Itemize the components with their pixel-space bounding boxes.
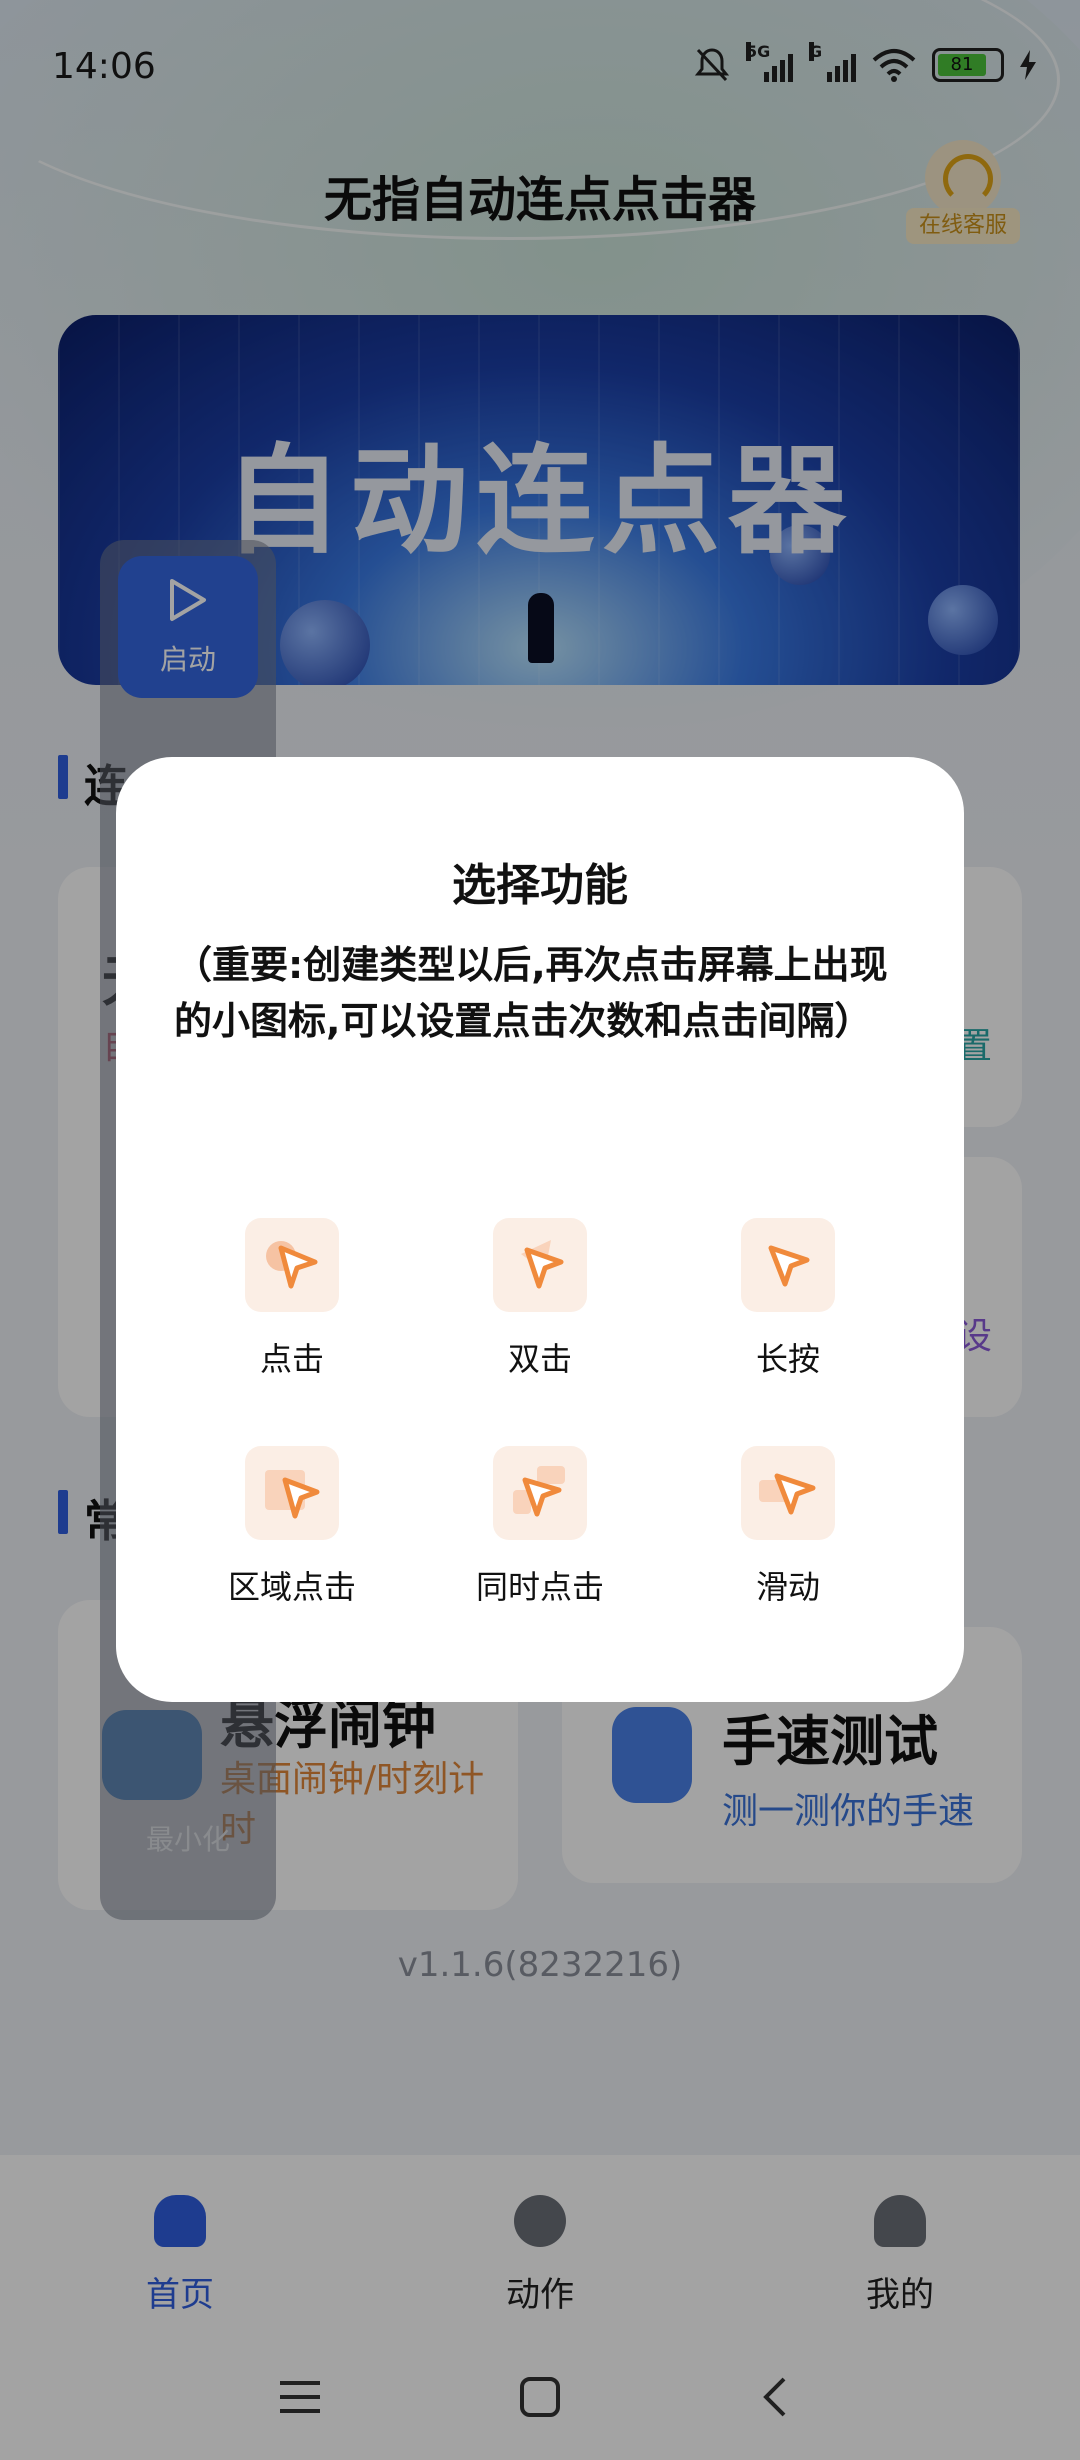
option-label: 同时点击 — [475, 1568, 604, 1606]
option-multi-tap[interactable]: 同时点击 — [430, 1446, 650, 1608]
area-tap-icon — [245, 1446, 339, 1540]
long-press-icon — [741, 1218, 835, 1312]
option-double-tap[interactable]: 双击 — [430, 1218, 650, 1380]
app-screen: 14:06 5G G 81 无指自动连点点击器 在线客服 自动连点器 置 设 悬… — [0, 0, 1080, 2460]
option-tap[interactable]: 点击 — [182, 1218, 402, 1380]
option-label: 滑动 — [755, 1568, 820, 1606]
option-area-tap[interactable]: 区域点击 — [182, 1446, 402, 1608]
tap-icon — [245, 1218, 339, 1312]
multi-tap-icon — [493, 1446, 587, 1540]
double-tap-icon — [493, 1218, 587, 1312]
swipe-icon — [741, 1446, 835, 1540]
option-label: 区域点击 — [227, 1568, 356, 1606]
option-long-press[interactable]: 长按 — [678, 1218, 898, 1380]
option-label: 点击 — [259, 1340, 324, 1378]
option-swipe[interactable]: 滑动 — [678, 1446, 898, 1608]
option-label: 双击 — [507, 1340, 572, 1378]
option-label: 长按 — [755, 1340, 820, 1378]
dialog-note: （重要:创建类型以后,再次点击屏幕上出现的小图标,可以设置点击次数和点击间隔） — [174, 943, 888, 1043]
dialog-title: 选择功能 — [452, 860, 628, 911]
select-function-dialog: 选择功能 （重要:创建类型以后,再次点击屏幕上出现的小图标,可以设置点击次数和点… — [116, 757, 964, 1702]
